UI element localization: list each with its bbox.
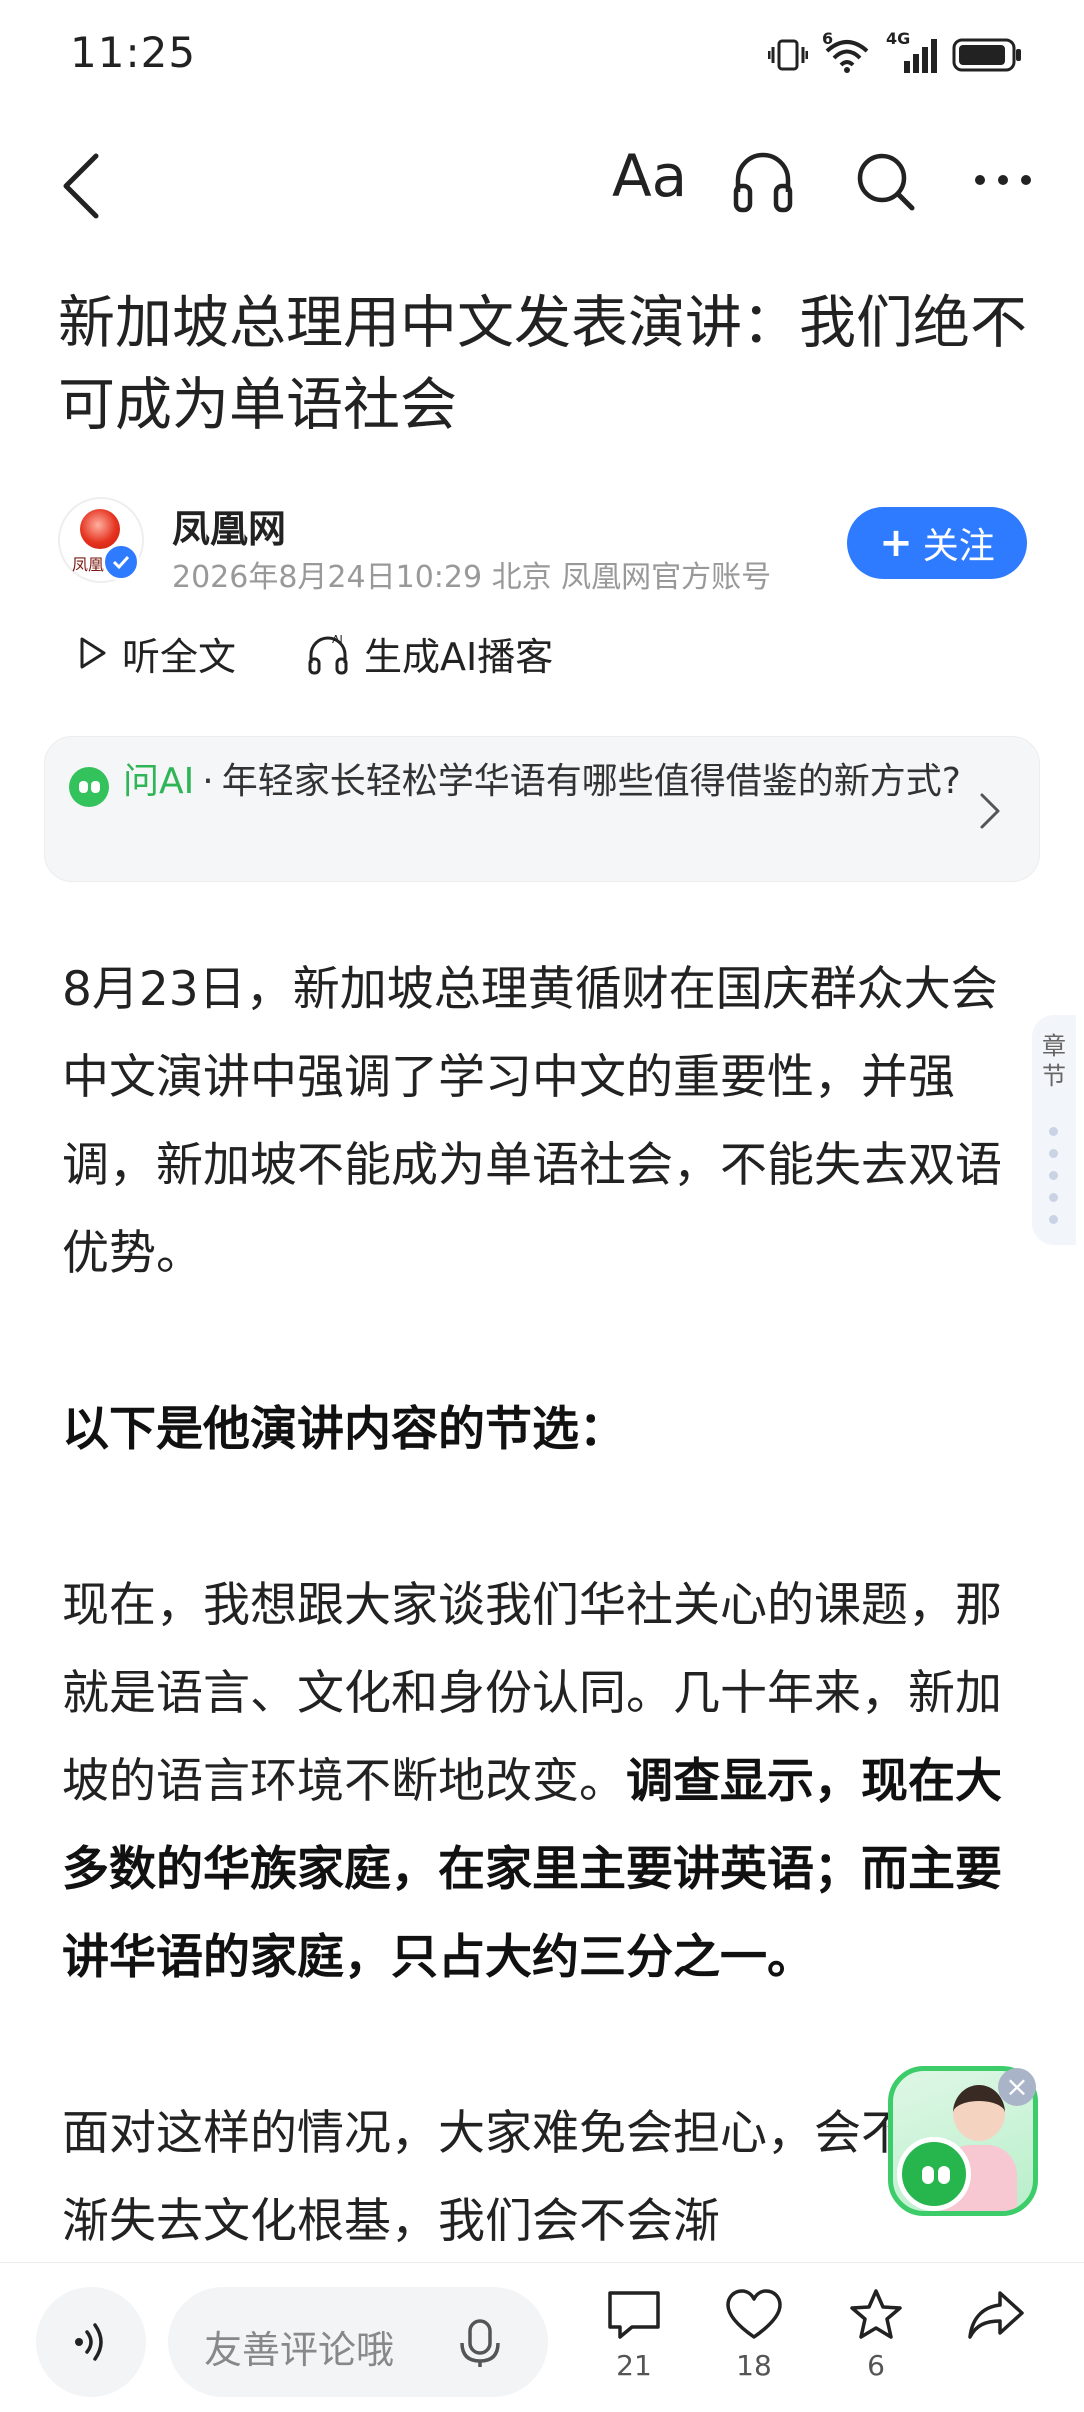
- chapter-dot: [1049, 1171, 1058, 1180]
- share-action[interactable]: [956, 2287, 1036, 2397]
- play-icon: [80, 637, 106, 669]
- article-paragraph-bold: 以下是他演讲内容的节选：: [62, 1386, 1022, 1474]
- audio-read-button[interactable]: [36, 2287, 146, 2397]
- search-icon[interactable]: [852, 148, 918, 214]
- follow-button[interactable]: + 关注: [847, 507, 1027, 579]
- comment-bubble-icon: [608, 2291, 660, 2339]
- author-meta: 2026年8月24日10:29 北京 凤凰网官方账号: [172, 560, 772, 595]
- ai-mascot-icon: [897, 2137, 971, 2211]
- ask-ai-separator: ·: [202, 761, 214, 802]
- author-logo-text: 凤凰: [72, 555, 105, 574]
- microphone-icon[interactable]: [452, 2315, 508, 2371]
- follow-label: 关注: [922, 526, 995, 567]
- share-arrow-icon: [968, 2291, 1024, 2339]
- comment-placeholder: 友善评论哦: [204, 2328, 395, 2372]
- chapter-dots: [1049, 1127, 1059, 1237]
- article-paragraph: 8月23日，新加坡总理黄循财在国庆群众大会中文演讲中强调了学习中文的重要性，并强…: [62, 962, 1002, 1281]
- plus-icon: +: [879, 520, 913, 566]
- ask-ai-question: 年轻家长轻松学华语有哪些值得借鉴的新方式?: [221, 761, 961, 802]
- wifi-icon: 6: [822, 29, 872, 75]
- chapter-dot: [1049, 1215, 1058, 1224]
- article-paragraph: 面对这样的情况，大家难免会担心，会不会渐渐失去文化根基，我们会不会渐: [62, 2106, 1002, 2249]
- chapter-dot: [1049, 1149, 1058, 1158]
- listen-full-button[interactable]: 听全文: [78, 626, 236, 681]
- ai-mascot-icon: [69, 767, 109, 807]
- assistant-avatar-head: [953, 2085, 1005, 2141]
- ask-ai-label: 问AI: [123, 761, 195, 802]
- chevron-right-icon: [980, 793, 1000, 829]
- heart-icon: [726, 2289, 782, 2339]
- listen-full-label: 听全文: [122, 634, 237, 679]
- excerpt-heading: 以下是他演讲内容的节选：: [62, 1402, 626, 1457]
- chevron-left-icon[interactable]: [52, 148, 112, 224]
- like-action[interactable]: 18: [714, 2287, 794, 2397]
- like-count: 18: [736, 2349, 772, 2382]
- vibrate-icon: [768, 39, 808, 71]
- listen-row: 听全文 AI 生成AI播客: [78, 625, 623, 681]
- favorite-action[interactable]: 6: [836, 2287, 916, 2397]
- comment-input[interactable]: 友善评论哦: [168, 2287, 548, 2397]
- ai-podcast-button[interactable]: AI 生成AI播客: [306, 626, 553, 681]
- article-headline: 新加坡总理用中文发表演讲：我们绝不可成为单语社会: [58, 290, 1027, 438]
- more-dots-icon[interactable]: [970, 160, 1036, 200]
- wifi-badge: 6: [822, 29, 834, 48]
- font-size-button[interactable]: Aa: [612, 142, 687, 210]
- article-paragraph: 现在，我想跟大家谈我们华社关心的课题，那就是语言、文化和身份认同。几十年来，新加…: [62, 1562, 1022, 2002]
- status-time: 11:25: [70, 28, 197, 77]
- ai-headphones-icon: AI: [308, 633, 348, 675]
- headphones-icon[interactable]: [730, 148, 796, 214]
- ask-ai-text: 问AI · 年轻家长轻松学华语有哪些值得借鉴的新方式?: [123, 755, 983, 809]
- chapter-dot: [1049, 1193, 1058, 1202]
- status-icons: 6 4G: [768, 29, 1022, 80]
- comment-action[interactable]: 21: [594, 2287, 674, 2397]
- network-badge: 4G: [886, 29, 911, 48]
- comment-count: 21: [616, 2349, 652, 2382]
- status-bar: 11:25 6 4G: [0, 0, 1084, 110]
- verified-badge-icon: [102, 543, 140, 581]
- chapter-dot: [1049, 1127, 1058, 1136]
- svg-text:AI: AI: [332, 633, 343, 646]
- ask-ai-card[interactable]: 问AI · 年轻家长轻松学华语有哪些值得借鉴的新方式?: [44, 736, 1040, 882]
- ai-podcast-label: 生成AI播客: [364, 634, 554, 679]
- star-icon: [850, 2289, 902, 2339]
- favorite-count: 6: [867, 2349, 885, 2382]
- top-nav-bar: Aa: [0, 130, 1084, 240]
- bottom-action-bar: 友善评论哦 21 18 6: [0, 2262, 1084, 2412]
- close-assistant-button[interactable]: ×: [998, 2068, 1036, 2106]
- audio-waves-icon: [75, 2323, 103, 2361]
- chapter-label: 章节: [1042, 1032, 1066, 1090]
- chapter-nav-tab[interactable]: 章节: [1032, 1015, 1076, 1245]
- battery-icon: [952, 38, 1021, 72]
- signal-4g-icon: 4G: [886, 29, 938, 75]
- author-name[interactable]: 凤凰网: [172, 498, 286, 553]
- article-body: 8月23日，新加坡总理黄循财在国庆群众大会中文演讲中强调了学习中文的重要性，并强…: [62, 946, 1022, 2266]
